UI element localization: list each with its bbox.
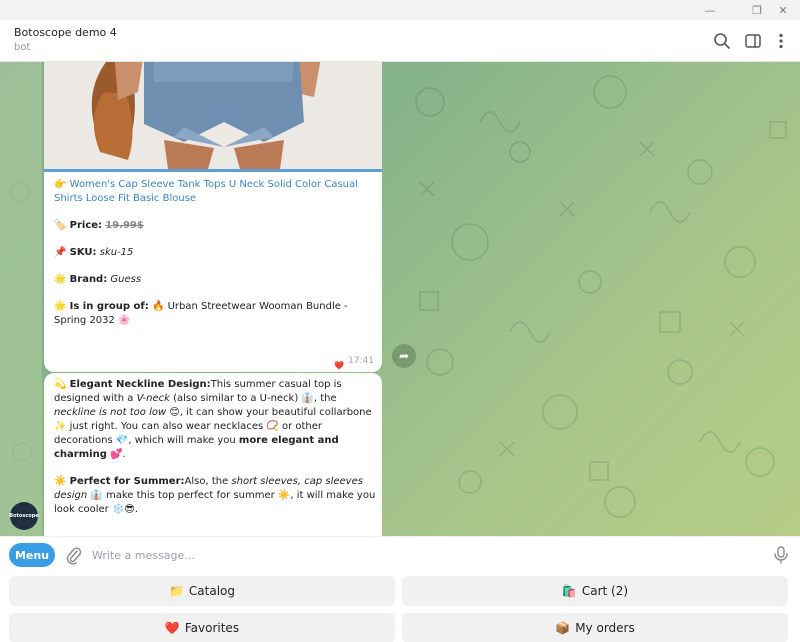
- heart-reaction-icon[interactable]: ❤️: [332, 358, 346, 372]
- catalog-label: Catalog: [188, 584, 236, 598]
- bot-keyboard: 📁 Catalog 🛍️ Cart (2) ❤️ Favorites 📦 My …: [0, 572, 800, 642]
- close-icon[interactable]: ✕: [766, 0, 800, 20]
- price-line: 🏷️ Price: 19.99$: [54, 219, 374, 233]
- window-titlebar: — ❐ ✕: [0, 0, 800, 20]
- brand-line: 🌟 Brand: Guess: [54, 273, 374, 287]
- price-value: 19.99$: [105, 220, 144, 231]
- summer-title: Perfect for Summer:: [69, 476, 185, 487]
- star-icon: 🌟: [54, 301, 67, 312]
- search-icon[interactable]: [712, 31, 732, 51]
- summer-paragraph: ☀️ Perfect for Summer:Also, the short sl…: [54, 475, 376, 517]
- brand-label: Brand:: [69, 274, 108, 285]
- sku-line: 📌 SKU: sku-15: [54, 246, 374, 260]
- catalog-button[interactable]: 📁 Catalog: [9, 576, 395, 606]
- bot-avatar[interactable]: Botoscope: [9, 502, 39, 530]
- group-label: Is in group of:: [69, 301, 149, 312]
- price-tag-icon: 🏷️: [54, 220, 67, 231]
- photo-divider: [44, 169, 382, 172]
- paperclip-icon[interactable]: [64, 545, 82, 565]
- chat-left-gutter: [0, 62, 42, 536]
- message-composer: Menu: [0, 536, 800, 572]
- sidebar-toggle-icon[interactable]: [743, 31, 763, 51]
- my-orders-button[interactable]: 📦 My orders: [402, 613, 788, 642]
- group-line: 🌟 Is in group of: 🔥 Urban Streetwear Woo…: [54, 300, 374, 328]
- star-icon: 🌟: [54, 274, 67, 285]
- product-name-link[interactable]: Women's Cap Sleeve Tank Tops U Neck Soli…: [54, 179, 358, 204]
- more-vertical-icon[interactable]: [771, 31, 791, 51]
- text-span: 👔 make this top perfect for summer ☀️, i…: [54, 490, 376, 515]
- folder-icon: 📁: [168, 584, 184, 598]
- sku-label: SKU:: [69, 247, 97, 258]
- minimize-icon[interactable]: —: [693, 0, 727, 20]
- chat-history[interactable]: 👉 Women's Cap Sleeve Tank Tops U Neck So…: [0, 62, 800, 536]
- message-input[interactable]: [92, 545, 752, 565]
- share-arrow-icon[interactable]: ➦: [392, 344, 416, 368]
- neckline-title: Elegant Neckline Design:: [69, 379, 211, 390]
- chat-header: Botoscope demo 4 bot: [0, 20, 800, 62]
- neckline-paragraph: 💫 Elegant Neckline Design:This summer ca…: [54, 378, 376, 462]
- pushpin-icon: 📌: [54, 247, 67, 258]
- text-span: (also similar to a U-neck) 👔, the: [169, 393, 337, 404]
- favorites-label: Favorites: [184, 621, 240, 635]
- description-message[interactable]: 💫 Elegant Neckline Design:This summer ca…: [44, 373, 382, 536]
- sku-value: sku-15: [99, 247, 134, 258]
- message-time: 17:41: [348, 356, 374, 366]
- favorites-button[interactable]: ❤️ Favorites: [9, 613, 395, 642]
- product-caption: 👉 Women's Cap Sleeve Tank Tops U Neck So…: [54, 178, 374, 328]
- brand-value: Guess: [110, 274, 142, 285]
- product-image: [44, 62, 382, 169]
- price-label: Price:: [69, 220, 103, 231]
- chat-title[interactable]: Botoscope demo 4: [14, 26, 117, 39]
- text-span: 💕.: [106, 449, 126, 460]
- product-photo[interactable]: [44, 62, 382, 169]
- product-message[interactable]: 👉 Women's Cap Sleeve Tank Tops U Neck So…: [44, 62, 382, 372]
- pointing-hand-icon: 👉: [54, 179, 67, 190]
- sun-icon: ☀️: [54, 476, 67, 487]
- product-name-line[interactable]: 👉 Women's Cap Sleeve Tank Tops U Neck So…: [54, 178, 374, 206]
- description-text: 💫 Elegant Neckline Design:This summer ca…: [54, 378, 376, 517]
- shopping-bags-icon: 🛍️: [561, 584, 577, 598]
- microphone-icon[interactable]: [772, 545, 790, 565]
- cart-button[interactable]: 🛍️ Cart (2): [402, 576, 788, 606]
- chat-status: bot: [14, 42, 31, 53]
- package-icon: 📦: [555, 621, 571, 635]
- my-orders-label: My orders: [575, 621, 635, 635]
- cart-label: Cart (2): [581, 584, 629, 598]
- dizzy-icon: 💫: [54, 379, 67, 390]
- text-span: Also, the: [184, 476, 232, 487]
- menu-button[interactable]: Menu: [9, 543, 55, 567]
- heart-icon: ❤️: [164, 621, 180, 635]
- v-neck-text: V-neck: [136, 393, 170, 404]
- neckline-text: neckline is not too low: [54, 407, 167, 418]
